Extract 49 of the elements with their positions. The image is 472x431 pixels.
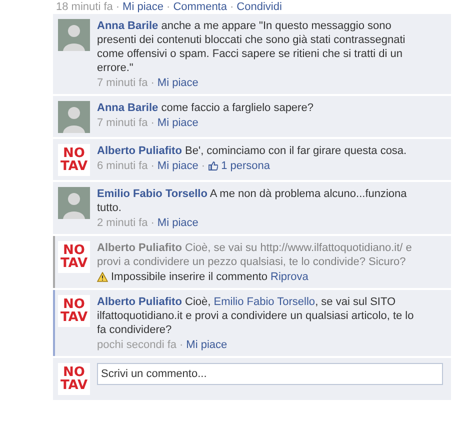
avatar-silhouette-icon [58,187,90,219]
comment-text: Alberto Puliafito Cioè, Emilio Fabio Torsello, se vai sul SITO ilfattoquotidiano.it e provi a condividere un qualsiasi articolo, te lo fa condividere? [97,295,415,337]
thumbs-up-icon [208,161,218,171]
timestamp: 7 minuti fa [97,76,148,90]
author-link[interactable]: Alberto Puliafito [97,296,182,308]
separator-dot: · [166,0,170,14]
logo-avatar: NO TAV [58,295,90,327]
action-link[interactable]: Mi piace [157,116,198,130]
action-link[interactable]: Mi piace [122,0,164,14]
separator-dot: · [180,338,184,352]
action-link[interactable]: Mi piace [186,338,228,352]
author-link[interactable]: Emilio Fabio Torsello [97,188,208,200]
separator-dot: · [150,159,154,173]
avatar-silhouette-icon [58,101,90,133]
logo-avatar: NO TAV [58,144,90,176]
comment-text: Alberto Puliafito Cioè, se vai su http://www.ilfattoquotidiano.it/ e provi a condividere un pezzo qualsiasi, te lo condivide? Sicuro? [97,241,413,269]
separator-dot: · [150,116,154,130]
comment-text: Anna Barile anche a me appare "In questo messaggio sono presenti dei contenuti bloccati che sono già stati contrassegnati come offensivi o spam. Facci sapere se ritieni che si tratti di un errore." [97,19,406,75]
author-link[interactable]: Anna Barile [97,102,158,114]
action-link[interactable]: Mi piace [157,159,198,173]
author-link[interactable]: Anna Barile [97,20,158,32]
separator-dot: · [201,159,206,173]
author-link[interactable]: Alberto Puliafito [97,145,182,157]
error-message: Impossibile inserire il commento [111,270,268,284]
mention-link[interactable]: Emilio Fabio Torsello [214,296,316,308]
logo-avatar: NO TAV [58,363,90,395]
logo-avatar: NO TAV [58,241,90,273]
author-link[interactable]: Alberto Puliafito [97,242,182,254]
avatar-silhouette-icon [58,19,90,51]
timestamp: 18 minuti fa [56,0,113,14]
action-link[interactable]: Riprova [270,270,308,284]
timestamp: pochi secondi fa [97,338,176,352]
warning-icon [97,272,108,282]
timestamp: 2 minuti fa [97,216,148,230]
separator-dot: · [150,216,154,230]
action-link[interactable]: Commenta [173,0,227,14]
separator-dot: · [116,0,120,14]
likes-count-link[interactable]: 1 persona [221,159,270,173]
timestamp: 6 minuti fa [97,159,148,173]
comment-input-field[interactable]: Scrivi un commento... [97,363,443,385]
separator-dot: · [230,0,234,14]
comment-text: Emilio Fabio Torsello A me non dà problema alcuno...funziona tutto. [97,187,408,215]
comment-text: Alberto Puliafito Be', cominciamo con il far girare questa cosa. [97,144,408,158]
action-link[interactable]: Mi piace [157,216,198,230]
separator-dot: · [150,76,154,90]
comment-text: Anna Barile come faccio a farglielo sapere? [97,101,314,115]
timestamp: 7 minuti fa [97,116,148,130]
action-link[interactable]: Mi piace [157,76,198,90]
action-link[interactable]: Condividi [236,0,282,14]
